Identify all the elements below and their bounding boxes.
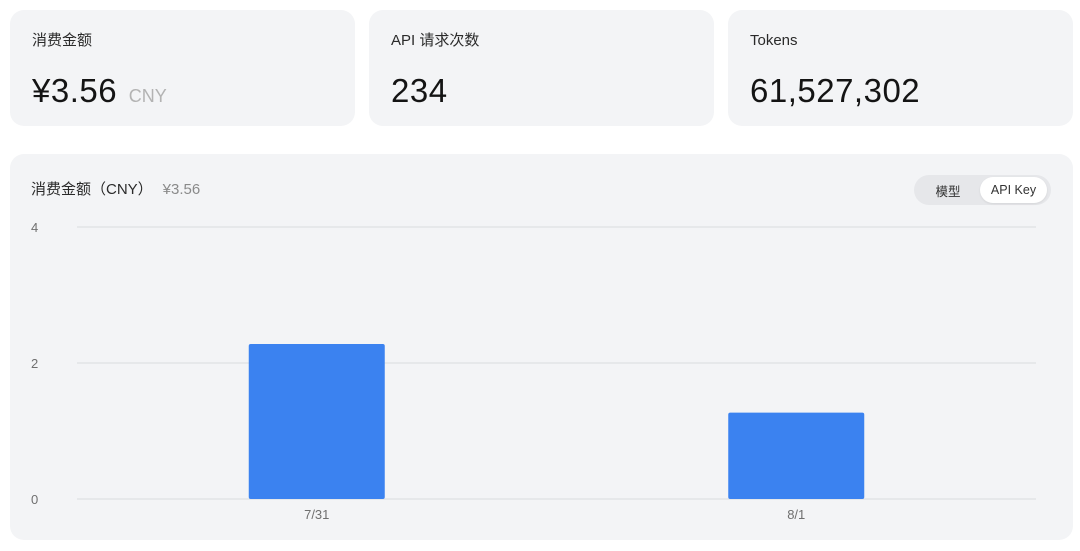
requests-label: API 请求次数 [391,32,480,49]
y-tick-label: 2 [31,356,38,371]
requests-card: API 请求次数 234 [369,10,714,126]
spend-value: ¥3.56 [32,72,118,109]
tokens-value: 61,527,302 [750,72,921,109]
tokens-label: Tokens [750,32,798,49]
bar-7-31[interactable] [248,343,385,499]
stats-row: 消费金额 ¥3.56 CNY API 请求次数 234 Tokens 61,52… [10,10,1073,126]
spend-label: 消费金额 [32,32,93,49]
requests-value: 234 [391,72,448,109]
x-tick-label: 7/31 [304,507,329,522]
x-tick-label: 8/1 [787,507,805,522]
spend-unit: CNY [128,86,167,106]
spend-bar-chart: 0 2 4 7/31 8/1 [31,220,1036,522]
spend-chart-card: 消费金额（CNY） ¥3.56 模型 API Key 0 2 4 7/31 8/1 [10,154,1073,540]
y-tick-label: 4 [31,220,38,235]
bar-8-1[interactable] [728,412,865,499]
spend-value-row: ¥3.56 CNY [32,72,333,115]
tokens-card: Tokens 61,527,302 [728,10,1073,126]
y-tick-label: 0 [31,492,38,507]
spend-card: 消费金额 ¥3.56 CNY [10,10,355,126]
